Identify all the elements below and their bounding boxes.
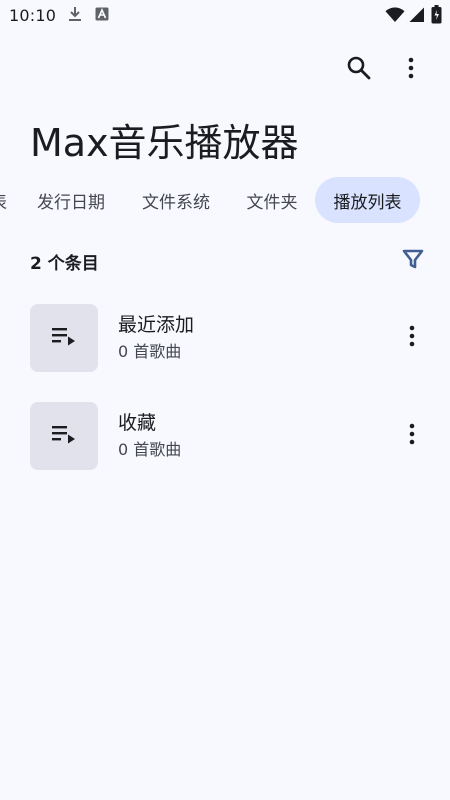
filter-icon: [402, 248, 424, 274]
screen: 10:10 Max音乐播放器 表 发行日期: [0, 0, 450, 800]
tab-label: 文件系统: [142, 192, 210, 213]
search-icon: [346, 55, 372, 85]
category-tabs: 表 发行日期 文件系统 文件夹 播放列表: [0, 177, 450, 223]
tab-label: 文件夹: [246, 192, 298, 213]
more-vert-icon: [408, 57, 414, 83]
status-time: 10:10: [9, 6, 57, 25]
playlist-title: 收藏: [118, 412, 157, 434]
playlist-more-button[interactable]: [396, 320, 428, 356]
playlist-title: 最近添加: [118, 314, 195, 336]
playlist-play-icon: [51, 423, 77, 449]
more-vert-icon: [409, 423, 415, 449]
tab-label: 播放列表: [333, 192, 402, 213]
list-item[interactable]: 收藏 0 首歌曲: [0, 392, 450, 480]
search-button[interactable]: [341, 52, 377, 88]
tab-partial[interactable]: 表: [0, 177, 7, 223]
status-bar: 10:10: [0, 0, 450, 30]
item-count: 2 个条目: [30, 254, 99, 274]
battery-icon: [431, 5, 442, 28]
tab-release-date[interactable]: 发行日期: [25, 177, 117, 223]
playlist-more-button[interactable]: [396, 418, 428, 454]
overflow-menu-button[interactable]: [393, 52, 429, 88]
filter-button[interactable]: [396, 244, 430, 278]
playlist-song-count: 0 首歌曲: [118, 440, 182, 459]
tab-file-system[interactable]: 文件系统: [130, 177, 222, 223]
playlist-thumbnail: [30, 402, 98, 470]
wifi-icon: [385, 7, 405, 27]
tab-playlists[interactable]: 播放列表: [315, 177, 420, 223]
more-vert-icon: [409, 325, 415, 351]
cellular-icon: [409, 7, 425, 27]
tab-label: 发行日期: [37, 192, 105, 213]
download-icon: [68, 6, 82, 26]
playlist-play-icon: [51, 325, 77, 351]
list-item[interactable]: 最近添加 0 首歌曲: [0, 294, 450, 382]
playlist-song-count: 0 首歌曲: [118, 342, 182, 361]
app-title: Max音乐播放器: [30, 121, 299, 165]
playlist-thumbnail: [30, 304, 98, 372]
font-app-icon: [95, 6, 109, 26]
tab-folder[interactable]: 文件夹: [235, 177, 309, 223]
tab-label: 表: [0, 188, 7, 213]
